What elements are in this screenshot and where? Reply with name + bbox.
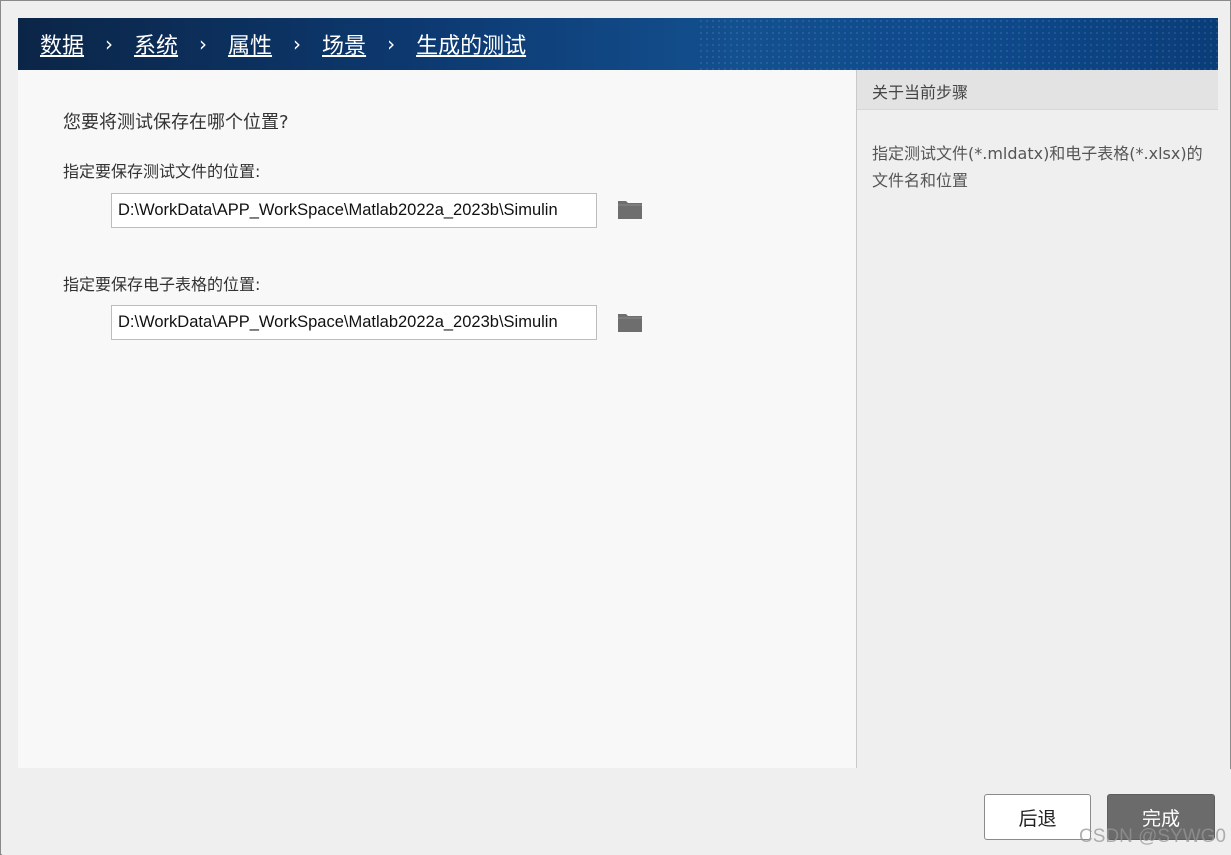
test-file-location-label: 指定要保存测试文件的位置: [63, 162, 261, 181]
breadcrumb-item-data[interactable]: 数据 [40, 28, 84, 60]
breadcrumb-banner: 数据 › 系统 › 属性 › 场景 › 生成的测试 [18, 18, 1218, 70]
banner-pattern [698, 18, 1218, 70]
breadcrumb-separator: › [199, 32, 208, 56]
step-info-panel: 关于当前步骤 指定测试文件(*.mldatx)和电子表格(*.xlsx)的文件名… [856, 70, 1218, 768]
dialog-window: 数据 › 系统 › 属性 › 场景 › 生成的测试 您要将测试保存在哪个位置? … [0, 0, 1231, 855]
breadcrumb: 数据 › 系统 › 属性 › 场景 › 生成的测试 [40, 28, 526, 60]
folder-icon [618, 314, 642, 332]
step-info-title: 关于当前步骤 [872, 83, 969, 102]
spreadsheet-path-input[interactable] [111, 305, 597, 340]
step-info-header: 关于当前步骤 [857, 70, 1218, 110]
test-file-path-input[interactable] [111, 193, 597, 228]
breadcrumb-item-properties[interactable]: 属性 [228, 28, 272, 60]
main-panel: 您要将测试保存在哪个位置? 指定要保存测试文件的位置: 指定要保存电子表格的位置… [18, 70, 856, 768]
step-info-description: 指定测试文件(*.mldatx)和电子表格(*.xlsx)的文件名和位置 [872, 144, 1203, 190]
spreadsheet-location-label: 指定要保存电子表格的位置: [63, 275, 261, 294]
back-button[interactable]: 后退 [984, 794, 1091, 840]
breadcrumb-separator: › [105, 32, 114, 56]
browse-spreadsheet-button[interactable] [617, 311, 643, 333]
button-bar: 后退 完成 [2, 769, 1231, 855]
breadcrumb-separator: › [293, 32, 302, 56]
breadcrumb-item-scenarios[interactable]: 场景 [322, 28, 366, 60]
breadcrumb-item-generated-tests[interactable]: 生成的测试 [416, 28, 526, 60]
finish-button[interactable]: 完成 [1107, 794, 1215, 840]
save-location-question: 您要将测试保存在哪个位置? [63, 112, 289, 133]
breadcrumb-separator: › [387, 32, 396, 56]
breadcrumb-item-system[interactable]: 系统 [134, 28, 178, 60]
folder-icon [618, 201, 642, 219]
browse-test-file-button[interactable] [617, 198, 643, 220]
